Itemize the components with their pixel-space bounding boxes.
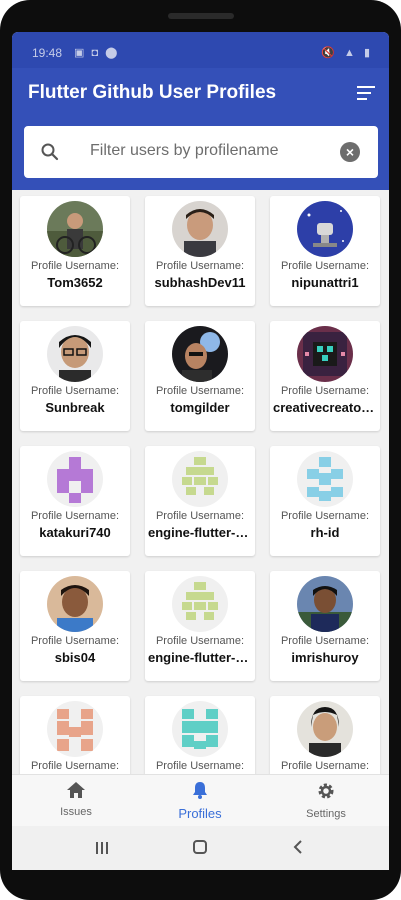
profile-label: Profile Username: [155,760,245,772]
profile-username: tomgilder [170,400,230,415]
profile-label: Profile Username: [30,510,120,522]
profile-card[interactable]: Profile Username: [20,696,130,774]
profile-card[interactable]: Profile Username: creativecreatorormaybe… [270,321,380,431]
avatar [172,701,228,757]
profile-label: Profile Username: [30,385,120,397]
speaker-grille [168,13,234,19]
avatar [172,326,228,382]
profile-label: Profile Username: [280,635,370,647]
sort-icon[interactable] [357,86,375,102]
profile-username: nipunattri1 [291,275,359,290]
nav-label-issues: Issues [60,806,92,818]
app-title: Flutter Github User Profiles [28,82,277,103]
profile-card[interactable]: Profile Username: engine-flutter-autorol… [145,571,255,681]
profile-label: Profile Username: [155,260,245,272]
profile-label: Profile Username: [30,635,120,647]
nav-label-settings: Settings [306,808,346,820]
profile-username: engine-flutter-autoroll [148,650,252,665]
app-bar: Flutter Github User Profiles [12,68,389,120]
gear-icon [318,783,334,799]
nav-label-profiles: Profiles [178,806,222,821]
search-input[interactable]: Filter users by profilename × [24,126,378,178]
home-button-icon[interactable] [192,839,208,855]
profile-username: Sunbreak [45,400,105,415]
search-icon [40,142,60,167]
profile-label: Profile Username: [30,260,120,272]
phone-frame: 19:48 ▣ ◘ ⬤ 🔇 ▲ ▮ Flutter Github User Pr… [0,0,401,900]
profile-label: Profile Username: [280,760,370,772]
back-icon[interactable] [290,839,306,855]
avatar [297,576,353,632]
profile-label: Profile Username: [280,385,370,397]
avatar [297,201,353,257]
avatar [172,576,228,632]
profile-username: subhashDev11 [154,275,246,290]
profile-label: Profile Username: [280,510,370,522]
notification-icons: ▣ ◘ ⬤ [74,47,120,59]
avatar [47,701,103,757]
recent-apps-icon[interactable] [94,840,110,856]
profile-label: Profile Username: [280,260,370,272]
profile-card[interactable]: Profile Username: Sunbreak [20,321,130,431]
profile-username: rh-id [310,525,340,540]
system-status-icons: 🔇 ▲ ▮ [321,47,373,59]
avatar [297,451,353,507]
clear-icon[interactable]: × [340,142,360,162]
profile-username: engine-flutter-autoroll [148,525,252,540]
avatar [47,451,103,507]
nav-item-settings[interactable]: Settings [276,781,376,820]
bottom-navigation: Issues Profiles Settings [12,774,389,826]
nav-item-profiles[interactable]: Profiles [150,781,250,821]
profile-username: imrishuroy [291,650,359,665]
system-navigation-bar [12,826,389,870]
profile-label: Profile Username: [155,385,245,397]
profile-grid: Profile Username: Tom3652 Profile Userna… [12,190,389,774]
profile-username: Tom3652 [47,275,103,290]
avatar [297,326,353,382]
profile-card[interactable]: Profile Username: sbis04 [20,571,130,681]
status-bar: 19:48 ▣ ◘ ⬤ 🔇 ▲ ▮ [12,32,389,68]
profile-label: Profile Username: [155,635,245,647]
app-screen: 19:48 ▣ ◘ ⬤ 🔇 ▲ ▮ Flutter Github User Pr… [12,32,389,870]
profile-card[interactable]: Profile Username: engine-flutter-autorol… [145,446,255,556]
avatar [172,451,228,507]
profile-card[interactable]: Profile Username: tomgilder [145,321,255,431]
profile-card[interactable]: Profile Username: [145,696,255,774]
profile-card[interactable]: Profile Username: subhashDev11 [145,196,255,306]
avatar [47,576,103,632]
profile-label: Profile Username: [155,510,245,522]
profile-card[interactable]: Profile Username: [270,696,380,774]
search-area: Filter users by profilename × [12,120,389,190]
profile-card[interactable]: Profile Username: katakuri740 [20,446,130,556]
profile-username: sbis04 [54,650,96,665]
profile-label: Profile Username: [30,760,120,772]
profile-card[interactable]: Profile Username: Tom3652 [20,196,130,306]
avatar [297,701,353,757]
avatar [47,326,103,382]
profile-card[interactable]: Profile Username: imrishuroy [270,571,380,681]
bell-icon [193,782,207,799]
profile-card[interactable]: Profile Username: nipunattri1 [270,196,380,306]
avatar [172,201,228,257]
status-time: 19:48 [32,46,63,60]
avatar [47,201,103,257]
search-placeholder: Filter users by profilename [90,142,279,159]
home-icon [67,782,85,798]
profile-card[interactable]: Profile Username: rh-id [270,446,380,556]
profile-username: creativecreatorormaybenot [273,400,377,415]
nav-item-issues[interactable]: Issues [26,781,126,818]
profile-username: katakuri740 [39,525,111,540]
